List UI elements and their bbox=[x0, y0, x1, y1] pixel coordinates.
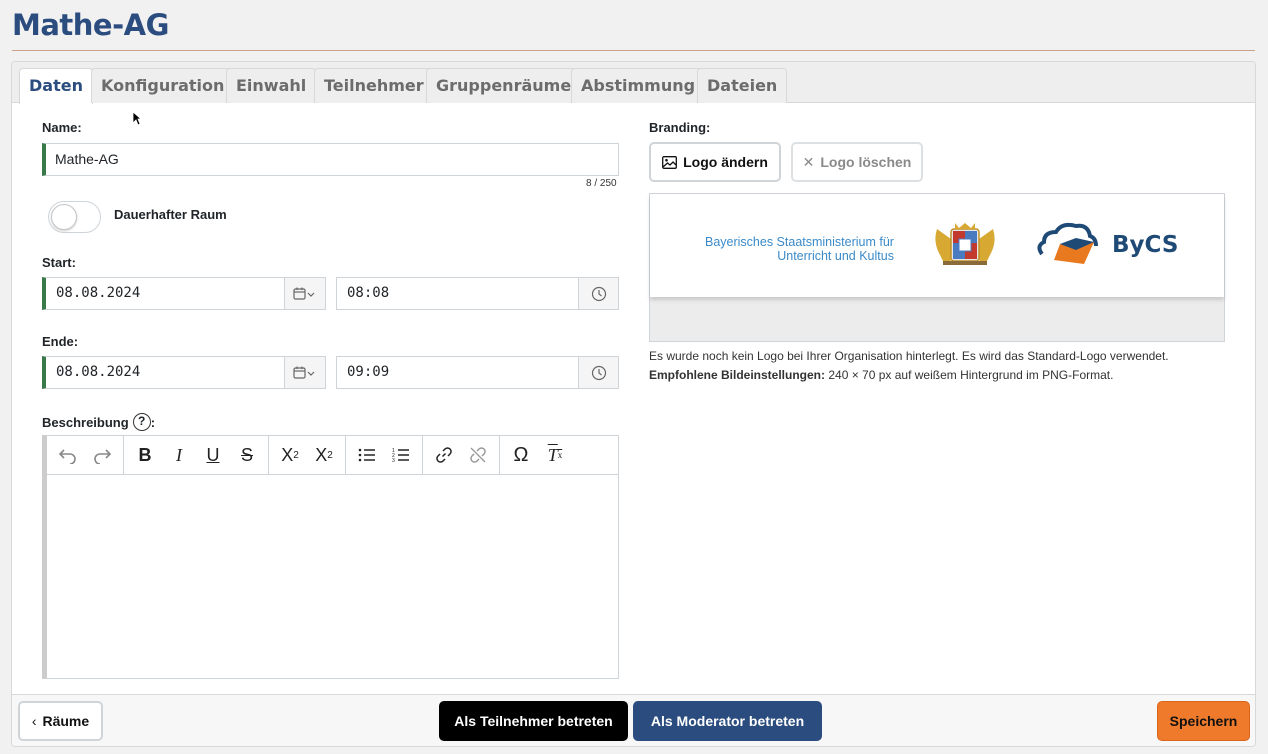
change-logo-button[interactable]: Logo ändern bbox=[649, 142, 781, 182]
end-label: Ende: bbox=[42, 334, 79, 349]
misc-group: Ω Tx bbox=[500, 436, 576, 474]
permanent-room-label: Dauerhafter Raum bbox=[114, 207, 227, 222]
join-as-moderator-button[interactable]: Als Moderator betreten bbox=[633, 701, 822, 741]
description-label-colon: : bbox=[150, 414, 156, 430]
no-logo-note: Es wurde noch kein Logo bei Ihrer Organi… bbox=[649, 349, 1169, 363]
special-character-icon[interactable]: Ω bbox=[504, 440, 538, 470]
description-label: Beschreibung ? : bbox=[42, 413, 155, 431]
chevron-left-icon: ‹ bbox=[31, 713, 37, 729]
bavarian-coat-of-arms-logo bbox=[929, 221, 1001, 267]
format-group: B I U S bbox=[124, 436, 269, 474]
redo-icon[interactable] bbox=[85, 440, 119, 470]
recommendation-note: Empfohlene Bildeinstellungen: 240 × 70 p… bbox=[649, 368, 1113, 382]
start-time-value: 08:08 bbox=[347, 285, 390, 301]
start-date-value: 08.08.2024 bbox=[56, 285, 141, 301]
title-divider bbox=[12, 50, 1255, 51]
name-input[interactable]: Mathe-AG bbox=[42, 143, 619, 176]
tab-bar: Daten Konfiguration Einwahl Teilnehmer G… bbox=[12, 62, 1255, 104]
superscript-icon[interactable]: X2 bbox=[307, 440, 341, 470]
italic-icon[interactable]: I bbox=[162, 440, 196, 470]
recommendation-text: 240 × 70 px auf weißem Hintergrund im PN… bbox=[825, 368, 1114, 382]
svg-text:3: 3 bbox=[392, 458, 395, 463]
permanent-room-toggle[interactable] bbox=[48, 201, 101, 233]
undo-icon[interactable] bbox=[51, 440, 85, 470]
end-time-input[interactable]: 09:09 bbox=[336, 356, 619, 389]
ministry-line-1: Bayerisches Staatsministerium für bbox=[705, 235, 894, 249]
calendar-dropdown-icon[interactable] bbox=[284, 278, 325, 309]
image-icon bbox=[662, 155, 678, 169]
calendar-dropdown-icon[interactable] bbox=[284, 357, 325, 388]
room-settings-card: Daten Konfiguration Einwahl Teilnehmer G… bbox=[11, 61, 1256, 747]
end-date-input[interactable]: 08.08.2024 bbox=[42, 356, 326, 389]
list-group: 123 bbox=[346, 436, 423, 474]
tab-teilnehmer[interactable]: Teilnehmer bbox=[314, 68, 434, 103]
numbered-list-icon[interactable]: 123 bbox=[384, 440, 418, 470]
subscript-icon[interactable]: X2 bbox=[273, 440, 307, 470]
logo-preview: Bayerisches Staatsministerium für Unterr… bbox=[649, 193, 1225, 342]
description-label-text: Beschreibung bbox=[42, 414, 129, 430]
tab-einwahl[interactable]: Einwahl bbox=[226, 68, 317, 103]
ministry-text: Bayerisches Staatsministerium für Unterr… bbox=[705, 235, 894, 263]
underline-icon[interactable]: U bbox=[196, 440, 230, 470]
delete-logo-label: Logo löschen bbox=[820, 154, 912, 170]
delete-logo-button[interactable]: ✕ Logo löschen bbox=[791, 142, 923, 182]
tab-gruppenraeume[interactable]: Gruppenräume bbox=[426, 68, 582, 103]
back-to-rooms-button[interactable]: ‹ Räume bbox=[18, 701, 103, 741]
link-group bbox=[423, 436, 500, 474]
clock-icon[interactable] bbox=[578, 357, 618, 388]
branding-label: Branding: bbox=[649, 120, 711, 135]
bold-icon[interactable]: B bbox=[128, 440, 162, 470]
strikethrough-icon[interactable]: S bbox=[230, 440, 264, 470]
recommendation-label: Empfohlene Bildeinstellungen: bbox=[649, 368, 826, 382]
logo-preview-white-area: Bayerisches Staatsministerium für Unterr… bbox=[650, 194, 1224, 297]
ministry-line-2: Unterricht und Kultus bbox=[777, 249, 894, 263]
link-icon[interactable] bbox=[427, 440, 461, 470]
end-time-value: 09:09 bbox=[347, 364, 390, 380]
footer-bar: ‹ Räume Als Teilnehmer betreten Als Mode… bbox=[12, 694, 1255, 746]
start-label: Start: bbox=[42, 255, 76, 270]
end-date-value: 08.08.2024 bbox=[56, 364, 141, 380]
toggle-knob bbox=[51, 204, 77, 230]
help-icon[interactable]: ? bbox=[132, 413, 151, 431]
name-char-counter: 8 / 250 bbox=[586, 178, 617, 189]
script-group: X2 X2 bbox=[269, 436, 346, 474]
bullet-list-icon[interactable] bbox=[350, 440, 384, 470]
description-editor[interactable]: B I U S X2 X2 123 Ω T x bbox=[42, 435, 619, 679]
tab-konfiguration[interactable]: Konfiguration bbox=[91, 68, 235, 103]
unlink-icon[interactable] bbox=[461, 440, 495, 470]
tab-dateien[interactable]: Dateien bbox=[697, 68, 788, 103]
tab-daten[interactable]: Daten bbox=[19, 68, 93, 104]
name-label: Name: bbox=[42, 120, 82, 135]
join-as-participant-button[interactable]: Als Teilnehmer betreten bbox=[439, 701, 628, 741]
bycs-logo: ByCS bbox=[1036, 220, 1179, 270]
bycs-wordmark: ByCS bbox=[1112, 232, 1179, 258]
close-icon: ✕ bbox=[802, 153, 815, 170]
page-title: Mathe-AG bbox=[12, 8, 169, 42]
save-button[interactable]: Speichern bbox=[1157, 701, 1250, 741]
editor-toolbar: B I U S X2 X2 123 Ω T x bbox=[47, 436, 618, 475]
clear-format-icon[interactable]: Tx bbox=[538, 440, 572, 470]
back-label: Räume bbox=[42, 713, 90, 729]
start-date-input[interactable]: 08.08.2024 bbox=[42, 277, 326, 310]
history-group bbox=[47, 436, 124, 474]
clock-icon[interactable] bbox=[578, 278, 618, 309]
mouse-cursor-icon bbox=[132, 111, 142, 126]
tab-abstimmung[interactable]: Abstimmung bbox=[571, 68, 706, 103]
start-time-input[interactable]: 08:08 bbox=[336, 277, 619, 310]
change-logo-label: Logo ändern bbox=[683, 154, 768, 170]
